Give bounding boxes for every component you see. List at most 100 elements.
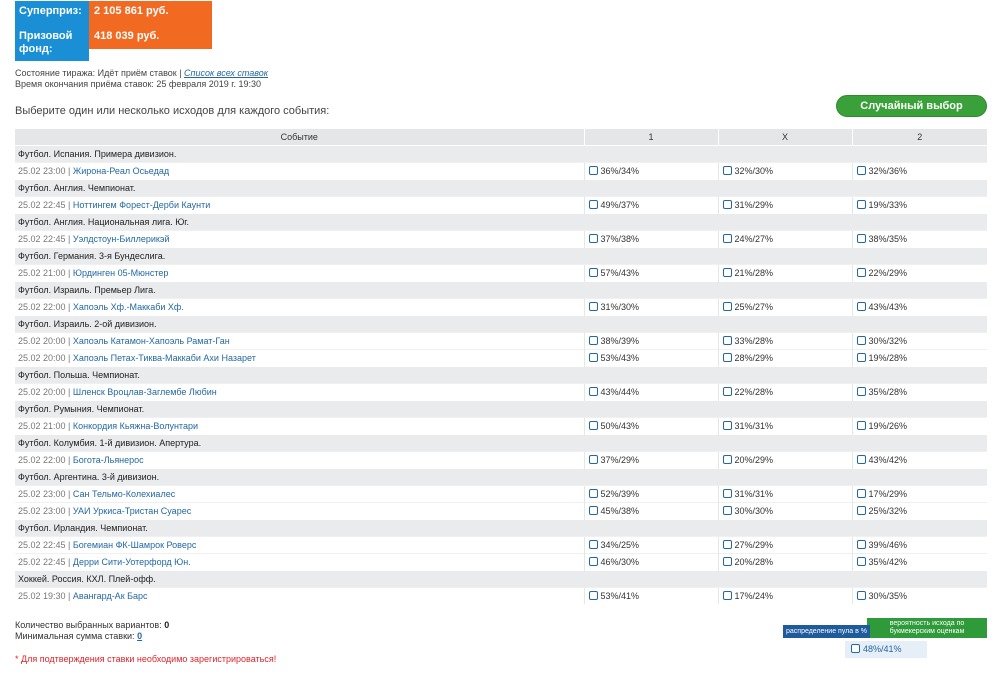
outcome-x-checkbox[interactable] [722,301,732,311]
outcome-1-checkbox[interactable] [588,505,598,515]
outcome-x-cell[interactable]: 27%/29% [717,535,852,553]
outcome-1-cell[interactable]: 53%/43% [583,348,718,366]
outcome-2-cell[interactable]: 19%/33% [851,195,987,213]
outcome-1-checkbox[interactable] [588,488,598,498]
outcome-1-cell[interactable]: 38%/39% [583,331,718,349]
outcome-x-cell[interactable]: 32%/30% [717,161,852,179]
outcome-x-checkbox[interactable] [722,556,732,566]
min-bet-value[interactable]: 0 [137,631,142,641]
outcome-2-cell[interactable]: 35%/42% [851,552,987,570]
match-name-link[interactable]: Жирона-Реал Осьедад [73,166,169,176]
outcome-x-cell[interactable]: 30%/30% [717,501,852,519]
match-name-link[interactable]: Конкордия Кьяжна-Волунтари [73,421,198,431]
match-name-link[interactable]: УАИ Уркиса-Тристан Суарес [73,506,191,516]
match-name-link[interactable]: Хапоэль Хф.-Маккаби Хф. [73,302,184,312]
outcome-x-checkbox[interactable] [722,267,732,277]
match-name-link[interactable]: Хапоэль Петах-Тиква-Маккаби Ахи Назарет [73,353,256,363]
outcome-2-checkbox[interactable] [856,352,866,362]
match-name-link[interactable]: Богемиан ФК-Шамрок Роверс [73,540,196,550]
match-name-link[interactable]: Сан Тельмо-Колехиалес [73,489,175,499]
outcome-1-cell[interactable]: 45%/38% [583,501,718,519]
outcome-1-checkbox[interactable] [588,454,598,464]
outcome-1-cell[interactable]: 34%/25% [583,535,718,553]
outcome-2-cell[interactable]: 22%/29% [851,263,987,281]
outcome-1-cell[interactable]: 36%/34% [583,161,718,179]
outcome-2-checkbox[interactable] [856,590,866,600]
outcome-1-cell[interactable]: 57%/43% [583,263,718,281]
outcome-1-cell[interactable]: 37%/29% [583,450,718,468]
outcome-2-cell[interactable]: 19%/28% [851,348,987,366]
outcome-x-cell[interactable]: 20%/29% [717,450,852,468]
outcome-2-checkbox[interactable] [856,267,866,277]
all-bets-link[interactable]: Список всех ставок [184,68,268,78]
outcome-1-cell[interactable]: 49%/37% [583,195,718,213]
outcome-2-checkbox[interactable] [856,233,866,243]
outcome-2-checkbox[interactable] [856,454,866,464]
outcome-1-checkbox[interactable] [588,352,598,362]
outcome-1-checkbox[interactable] [588,539,598,549]
outcome-2-cell[interactable]: 19%/26% [851,416,987,434]
outcome-2-checkbox[interactable] [856,301,866,311]
outcome-x-cell[interactable]: 31%/31% [717,484,852,502]
outcome-2-checkbox[interactable] [856,420,866,430]
outcome-2-cell[interactable]: 17%/29% [851,484,987,502]
match-name-link[interactable]: Дерри Сити-Уотерфорд Юн. [73,557,191,567]
outcome-x-checkbox[interactable] [722,233,732,243]
outcome-1-checkbox[interactable] [588,386,598,396]
outcome-1-cell[interactable]: 53%/41% [583,586,718,604]
outcome-x-cell[interactable]: 22%/28% [717,382,852,400]
outcome-x-checkbox[interactable] [722,539,732,549]
outcome-1-checkbox[interactable] [588,590,598,600]
outcome-x-cell[interactable]: 33%/28% [717,331,852,349]
outcome-2-checkbox[interactable] [856,335,866,345]
outcome-1-checkbox[interactable] [588,556,598,566]
outcome-2-cell[interactable]: 38%/35% [851,229,987,247]
outcome-2-cell[interactable]: 35%/28% [851,382,987,400]
outcome-x-cell[interactable]: 21%/28% [717,263,852,281]
outcome-x-checkbox[interactable] [722,488,732,498]
outcome-1-cell[interactable]: 52%/39% [583,484,718,502]
outcome-2-cell[interactable]: 39%/46% [851,535,987,553]
outcome-1-checkbox[interactable] [588,335,598,345]
outcome-1-checkbox[interactable] [588,267,598,277]
outcome-x-checkbox[interactable] [722,199,732,209]
outcome-2-cell[interactable]: 30%/32% [851,331,987,349]
outcome-x-cell[interactable]: 31%/31% [717,416,852,434]
outcome-1-checkbox[interactable] [588,165,598,175]
outcome-2-checkbox[interactable] [856,199,866,209]
match-name-link[interactable]: Хапоэль Катамон-Хапоэль Рамат-Ган [73,336,230,346]
outcome-2-checkbox[interactable] [856,386,866,396]
outcome-x-checkbox[interactable] [722,386,732,396]
outcome-x-checkbox[interactable] [722,420,732,430]
outcome-1-checkbox[interactable] [588,301,598,311]
outcome-2-cell[interactable]: 25%/32% [851,501,987,519]
outcome-x-cell[interactable]: 17%/24% [717,586,852,604]
match-name-link[interactable]: Уэлдстоун-Биллерикэй [73,234,170,244]
outcome-2-checkbox[interactable] [856,505,866,515]
outcome-x-cell[interactable]: 20%/28% [717,552,852,570]
outcome-x-checkbox[interactable] [722,165,732,175]
outcome-1-checkbox[interactable] [588,420,598,430]
outcome-x-checkbox[interactable] [722,352,732,362]
outcome-2-cell[interactable]: 30%/35% [851,586,987,604]
outcome-1-checkbox[interactable] [588,199,598,209]
outcome-x-checkbox[interactable] [722,590,732,600]
outcome-2-checkbox[interactable] [856,488,866,498]
outcome-x-cell[interactable]: 28%/29% [717,348,852,366]
outcome-x-checkbox[interactable] [722,454,732,464]
outcome-x-cell[interactable]: 25%/27% [717,297,852,315]
outcome-2-cell[interactable]: 32%/36% [851,161,987,179]
match-name-link[interactable]: Юрдинген 05-Мюнстер [73,268,168,278]
outcome-1-cell[interactable]: 43%/44% [583,382,718,400]
outcome-1-cell[interactable]: 46%/30% [583,552,718,570]
outcome-2-checkbox[interactable] [856,539,866,549]
outcome-2-cell[interactable]: 43%/42% [851,450,987,468]
outcome-1-cell[interactable]: 31%/30% [583,297,718,315]
outcome-2-checkbox[interactable] [856,165,866,175]
match-name-link[interactable]: Ноттингем Форест-Дерби Каунти [73,200,210,210]
match-name-link[interactable]: Авангард-Ак Барс [73,591,148,601]
random-choice-button[interactable]: Случайный выбор [836,95,987,117]
outcome-1-cell[interactable]: 50%/43% [583,416,718,434]
outcome-x-cell[interactable]: 31%/29% [717,195,852,213]
outcome-x-checkbox[interactable] [722,335,732,345]
